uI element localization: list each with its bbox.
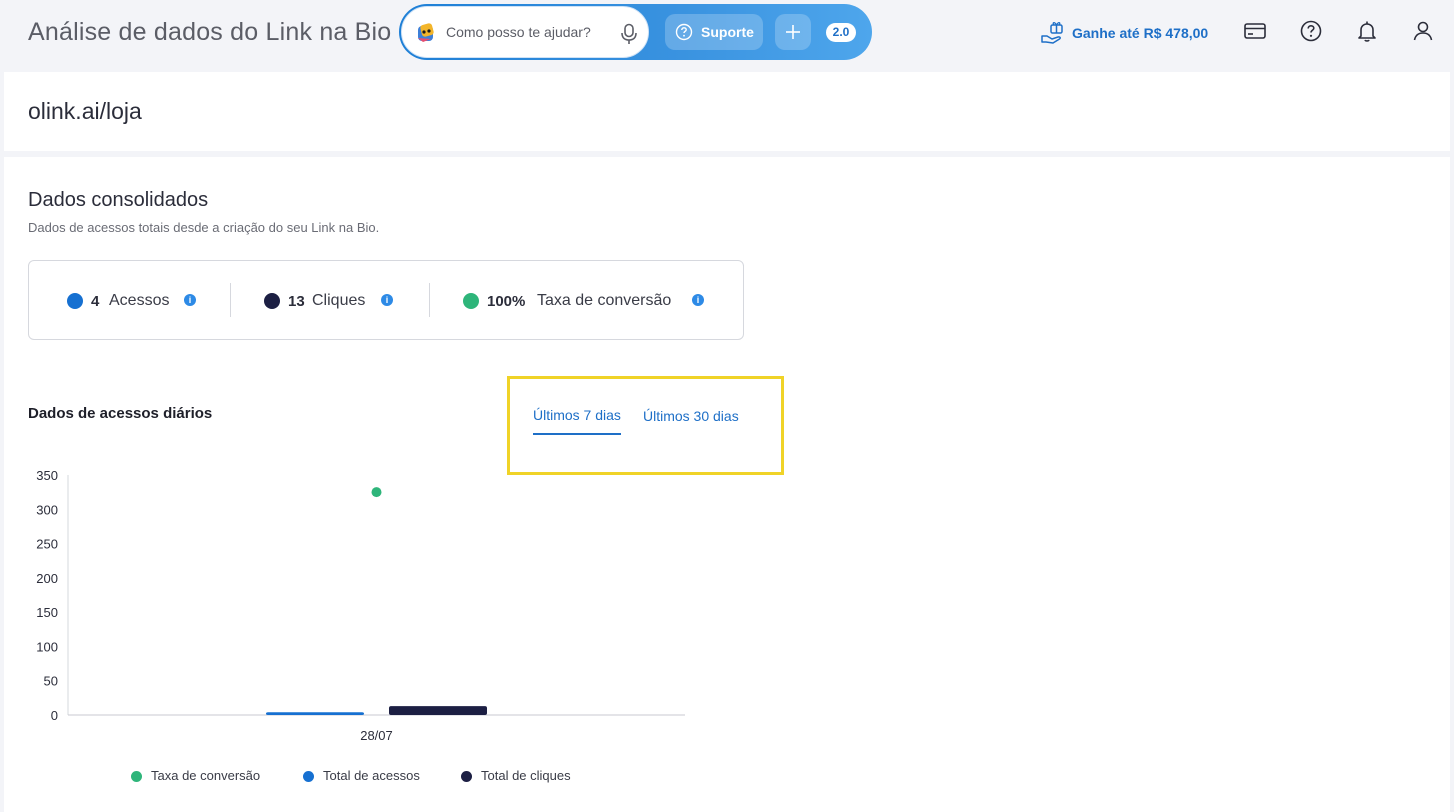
clicks-info-icon[interactable]: i bbox=[381, 294, 393, 306]
conversion-dot bbox=[463, 293, 479, 309]
accesses-info-icon[interactable]: i bbox=[184, 294, 196, 306]
accesses-value: 4 bbox=[91, 293, 100, 310]
daily-title: Dados de acessos diários bbox=[28, 405, 213, 422]
x-tick-label: 28/07 bbox=[360, 728, 393, 743]
add-button[interactable] bbox=[775, 14, 811, 50]
accesses-dot bbox=[67, 293, 83, 309]
bell-icon[interactable] bbox=[1355, 19, 1379, 43]
link-url-card: olink.ai/loja bbox=[4, 72, 1450, 151]
accesses-label: Acessos bbox=[109, 292, 170, 309]
point-taxa-de-conversao bbox=[371, 487, 382, 498]
conversion-info-icon[interactable]: i bbox=[692, 294, 704, 306]
y-tick-label: 100 bbox=[36, 639, 58, 654]
user-icon[interactable] bbox=[1411, 19, 1435, 43]
plus-icon bbox=[786, 25, 800, 39]
clicks-value: 13 bbox=[288, 293, 305, 310]
divider bbox=[429, 283, 430, 317]
divider bbox=[230, 283, 231, 317]
legend-dot bbox=[303, 771, 314, 782]
y-tick-label: 200 bbox=[36, 571, 58, 586]
version-badge: 2.0 bbox=[826, 23, 856, 42]
assistant-input[interactable]: Como posso te ajudar? bbox=[401, 6, 649, 58]
assistant-bot-icon bbox=[418, 23, 434, 42]
y-tick-label: 250 bbox=[36, 537, 58, 552]
payment-card-icon[interactable] bbox=[1243, 19, 1267, 43]
legend-label: Total de acessos bbox=[323, 768, 420, 783]
stats-summary: 4 Acessos i 13 Cliques i 100% Taxa de co… bbox=[28, 260, 744, 340]
y-tick-label: 50 bbox=[44, 674, 58, 689]
microphone-icon[interactable] bbox=[620, 23, 638, 45]
y-tick-label: 150 bbox=[36, 605, 58, 620]
y-tick-label: 350 bbox=[36, 468, 58, 483]
conversion-label: Taxa de conversão bbox=[537, 292, 672, 309]
legend-label: Total de cliques bbox=[481, 768, 571, 783]
assistant-bar: Como posso te ajudar? Suporte 2.0 bbox=[399, 4, 872, 60]
clicks-label: Cliques bbox=[312, 292, 366, 309]
tab-last-30-days[interactable]: Últimos 30 dias bbox=[643, 408, 739, 424]
bar-total-de-cliques bbox=[389, 706, 487, 715]
consolidated-subtitle: Dados de acessos totais desde a criação … bbox=[28, 220, 380, 235]
analytics-card: Dados consolidados Dados de acessos tota… bbox=[4, 157, 1450, 812]
daily-access-chart: 0 50 100 150 200 250 300 350 28/07 bbox=[36, 468, 685, 743]
y-tick-label: 300 bbox=[36, 502, 58, 517]
page-title: Análise de dados do Link na Bio bbox=[28, 18, 392, 46]
earn-label: Ganhe até R$ 478,00 bbox=[1072, 25, 1209, 41]
bar-total-de-acessos bbox=[266, 712, 364, 715]
hand-gift-icon bbox=[1041, 22, 1063, 44]
link-url: olink.ai/loja bbox=[28, 98, 142, 124]
top-bar: Análise de dados do Link na Bio Como pos… bbox=[0, 0, 1454, 70]
support-button[interactable]: Suporte bbox=[665, 14, 763, 50]
legend-dot bbox=[131, 771, 142, 782]
legend-label: Taxa de conversão bbox=[151, 768, 261, 783]
support-label: Suporte bbox=[701, 24, 754, 40]
consolidated-title: Dados consolidados bbox=[28, 189, 209, 211]
tab-last-7-days[interactable]: Últimos 7 dias bbox=[533, 407, 621, 435]
question-circle-icon bbox=[675, 23, 693, 41]
help-icon[interactable] bbox=[1299, 19, 1323, 43]
legend-dot bbox=[461, 771, 472, 782]
clicks-dot bbox=[264, 293, 280, 309]
conversion-value: 100% bbox=[487, 293, 526, 310]
assistant-placeholder: Como posso te ajudar? bbox=[446, 24, 591, 40]
y-tick-label: 0 bbox=[51, 708, 58, 723]
